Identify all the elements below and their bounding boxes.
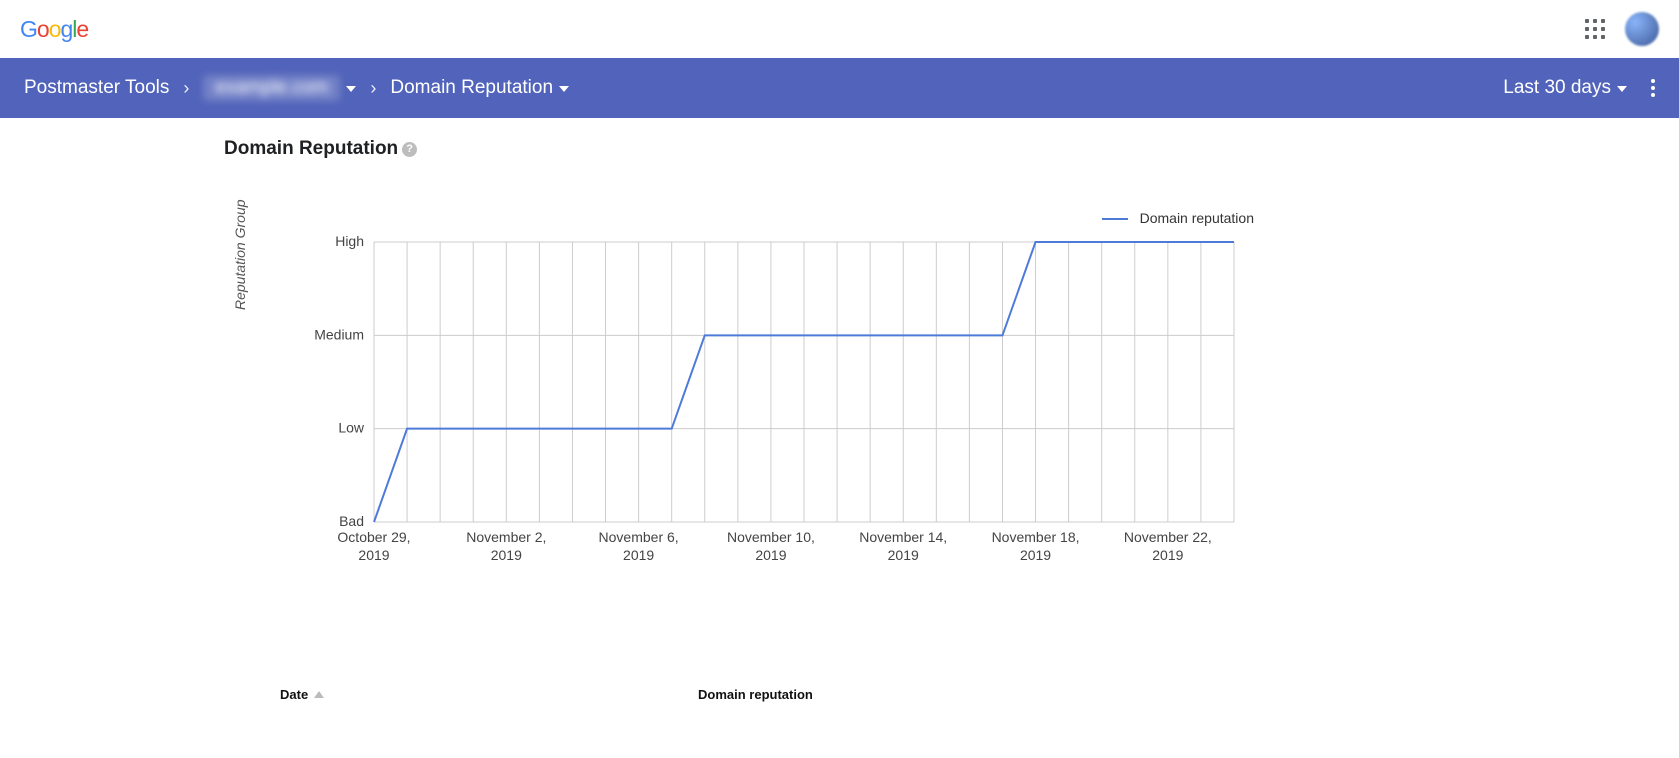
breadcrumb-domain-dropdown[interactable]: example.com <box>203 75 356 101</box>
svg-text:Low: Low <box>338 420 365 436</box>
svg-text:November 18,: November 18, <box>992 529 1080 545</box>
page-title: Domain Reputation ? <box>224 138 1274 160</box>
google-logo[interactable]: Google <box>20 16 88 43</box>
svg-text:November 22,: November 22, <box>1124 529 1212 545</box>
breadcrumb-root-label: Postmaster Tools <box>24 77 169 99</box>
date-range-label: Last 30 days <box>1503 77 1611 99</box>
google-topbar: Google <box>0 0 1679 58</box>
svg-text:2019: 2019 <box>491 547 522 563</box>
svg-text:2019: 2019 <box>623 547 654 563</box>
table-header-date[interactable]: Date <box>280 687 698 702</box>
breadcrumb-bar: Postmaster Tools › example.com › Domain … <box>0 58 1679 118</box>
svg-text:2019: 2019 <box>755 547 786 563</box>
account-avatar[interactable] <box>1625 12 1659 46</box>
breadcrumb-domain-label: example.com <box>203 75 340 101</box>
caret-down-icon <box>559 86 569 92</box>
legend-label: Domain reputation <box>1140 210 1254 226</box>
breadcrumb-page-label: Domain Reputation <box>390 77 553 99</box>
chevron-right-icon: › <box>370 78 376 99</box>
main-content: Domain Reputation ? Domain reputation Re… <box>0 118 1274 742</box>
svg-text:October 29,: October 29, <box>337 529 410 545</box>
date-range-dropdown[interactable]: Last 30 days <box>1503 77 1627 99</box>
svg-text:November 2,: November 2, <box>466 529 546 545</box>
legend-swatch <box>1102 218 1128 220</box>
table-header-row: Date Domain reputation <box>224 687 1274 702</box>
line-chart: Bad Low Medium High October 29, 2019 November … <box>254 232 1254 592</box>
svg-text:Medium: Medium <box>314 326 364 342</box>
svg-text:2019: 2019 <box>1020 547 1051 563</box>
chart-container: Domain reputation Reputation Group BadLo… <box>254 210 1274 597</box>
table-header-reputation[interactable]: Domain reputation <box>698 687 813 702</box>
svg-text:November 14,: November 14, <box>859 529 947 545</box>
y-axis-title: Reputation Group <box>232 199 248 310</box>
svg-text:2019: 2019 <box>888 547 919 563</box>
svg-text:2019: 2019 <box>358 547 389 563</box>
breadcrumb-page-dropdown[interactable]: Domain Reputation <box>390 77 569 99</box>
svg-text:High: High <box>335 233 364 249</box>
help-icon[interactable]: ? <box>402 142 417 157</box>
svg-text:Bad: Bad <box>339 513 364 529</box>
svg-text:November 10,: November 10, <box>727 529 815 545</box>
breadcrumb-root[interactable]: Postmaster Tools <box>24 77 169 99</box>
chevron-right-icon: › <box>183 78 189 99</box>
sort-asc-icon <box>314 691 324 698</box>
th-date-label: Date <box>280 687 308 702</box>
apps-grid-icon[interactable] <box>1585 19 1605 39</box>
chart-legend: Domain reputation <box>254 210 1254 226</box>
caret-down-icon <box>346 86 356 92</box>
more-vert-icon[interactable] <box>1651 79 1655 97</box>
page-title-text: Domain Reputation <box>224 138 398 160</box>
svg-text:November 6,: November 6, <box>599 529 679 545</box>
svg-text:2019: 2019 <box>1152 547 1183 563</box>
caret-down-icon <box>1617 86 1627 92</box>
